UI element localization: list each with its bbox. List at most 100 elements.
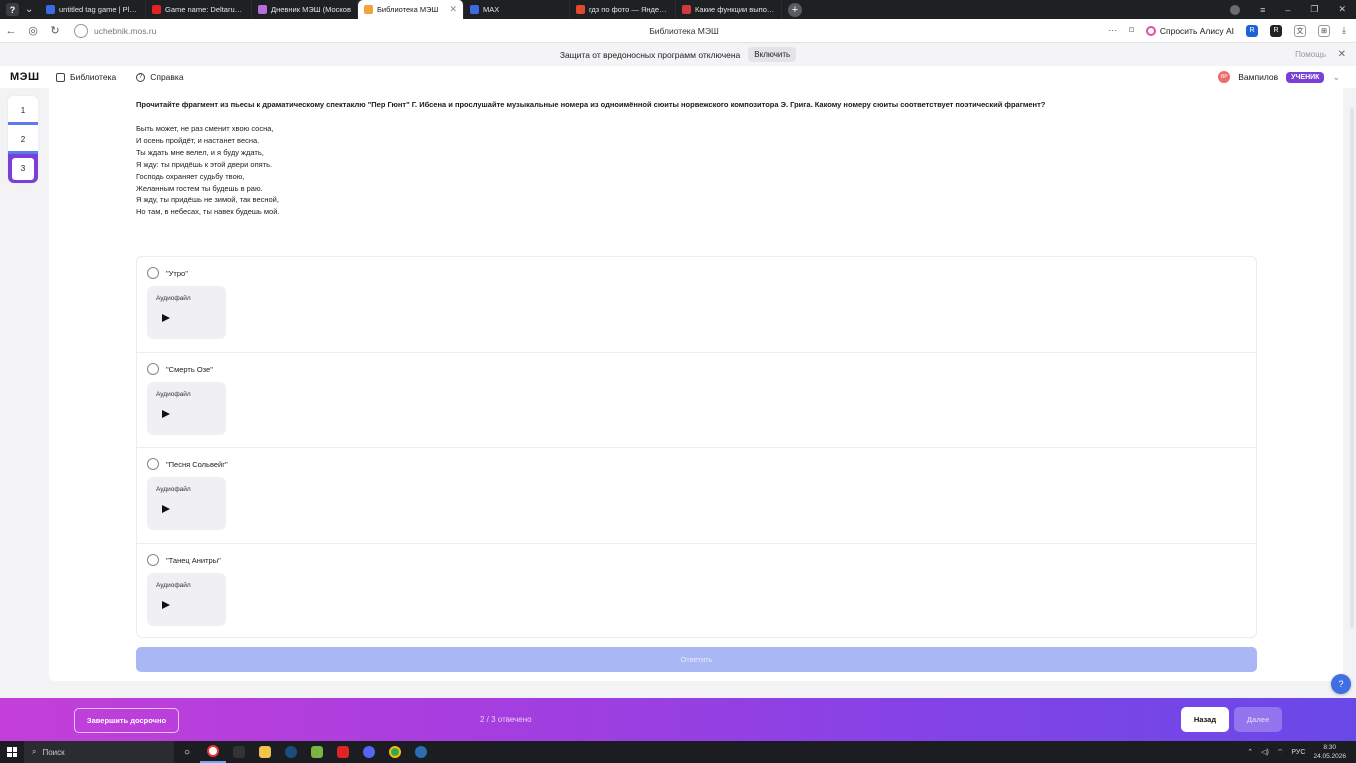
help-link[interactable]: Помощь [1295,50,1326,59]
main-area: 1 2 3 Прочитайте фрагмент из пьесы к дра… [0,88,1356,698]
nav-library-label: Библиотека [70,72,117,82]
help-fab-icon[interactable]: ? [1331,674,1351,694]
nav-help-link[interactable]: ? Справка [136,72,184,82]
page-title: Библиотека МЭШ [649,25,719,36]
radio-button[interactable] [147,553,159,566]
chevron-down-icon[interactable]: ⌄ [1332,72,1340,83]
browser-tab[interactable]: Какие функции выполня [676,0,782,19]
menu-icon[interactable]: ≡ [1260,5,1265,15]
play-icon[interactable] [162,314,170,322]
system-tray: ⌃ ◁) ⌔ РУС 8:30 24.05.2026 [1247,743,1356,761]
start-button[interactable] [0,747,24,757]
play-icon[interactable] [162,409,170,418]
volume-icon[interactable]: ◁) [1261,748,1269,756]
nav-library-link[interactable]: Библиотека [56,72,116,82]
browser-tab[interactable]: Дневник МЭШ (Москов [252,0,358,19]
back-arrow-icon[interactable]: ← [0,25,22,37]
question-navigator: 1 2 3 [8,96,38,183]
close-icon[interactable]: ✕ [1338,4,1346,15]
url-field[interactable]: uchebnik.mos.ru [94,26,474,36]
download-icon[interactable]: ⤓ [1342,25,1346,36]
translate-icon[interactable]: 文 [1294,24,1307,37]
chevron-up-icon[interactable]: ⌃ [1247,748,1253,756]
audio-label: Аудиофайл [156,486,191,493]
tab-title: untitled tag game | Play o [59,5,139,14]
step-2[interactable]: 2 [8,125,38,154]
security-warning-bar: Защита от вредоносных программ отключена… [0,43,1356,66]
browser-tab[interactable]: MAX [464,0,570,19]
language-indicator[interactable]: РУС [1291,749,1305,756]
audio-player: Аудиофайл [147,572,226,626]
close-warning-icon[interactable]: ✕ [1338,49,1346,60]
steam-icon[interactable] [278,741,304,763]
enable-protection-button[interactable]: Включить [748,47,797,62]
radio-button[interactable] [147,362,159,375]
search-icon: ⌕ [32,747,37,756]
address-bar: ← ◎ ↻ uchebnik.mos.ru Библиотека МЭШ ⋯ ⌑… [0,19,1356,43]
chevron-down-icon[interactable]: ⌄ [25,4,33,15]
audio-player: Аудиофайл [147,477,226,530]
option-label[interactable]: "Смерть Озе" [166,365,213,374]
option-anitras-dance[interactable]: "Танец Анитры" Аудиофайл [137,544,1256,640]
shield-icon[interactable]: ◎ [22,24,44,37]
option-death-of-ase[interactable]: "Смерть Озе" Аудиофайл [137,353,1256,448]
play-icon[interactable] [162,505,170,513]
poem-line: Я жду: ты придёшь к этой двери опять. [136,159,273,169]
close-tab-icon[interactable]: ✕ [449,4,457,15]
browser-tab[interactable]: гдз по фото — Яндекс: на [570,0,676,19]
minimize-icon[interactable]: – [1285,5,1290,15]
youtube-icon[interactable] [330,741,356,763]
step-1[interactable]: 1 [8,96,38,125]
browser-tab[interactable]: untitled tag game | Play o [40,0,146,19]
bookmark-icon[interactable]: ⌑ [1129,25,1134,36]
mesh-logo[interactable]: МЭШ [0,71,56,83]
extensions-icon[interactable]: ⊞ [1318,24,1331,37]
back-button[interactable]: Назад [1181,707,1229,732]
ask-alice-button[interactable]: Спросить Алису AI [1145,25,1234,36]
answered-counter: 2 / 3 отвечено [480,715,532,724]
option-label[interactable]: "Танец Анитры" [166,556,221,565]
browser-tab[interactable]: Библиотека МЭШ ✕ [358,0,464,19]
restore-icon[interactable]: ❐ [1310,4,1318,15]
play-icon[interactable] [162,600,170,609]
task-view-icon[interactable]: ○ [174,741,200,763]
taskbar-search[interactable]: ⌕ Поиск [24,741,174,763]
chrome-icon[interactable] [382,741,408,763]
browser-menu[interactable]: ? ⌄ [0,0,40,19]
extension-icon[interactable]: R [1246,24,1259,37]
browser-logo-icon[interactable]: ? [6,3,19,16]
option-label[interactable]: "Песня Сольвейг" [166,460,228,469]
more-icon[interactable]: ⋯ [1108,25,1117,36]
file-explorer-icon[interactable] [252,741,278,763]
radio-button[interactable] [147,458,159,470]
browser-tab-strip: ? ⌄ untitled tag game | Play o Game name:… [0,0,1356,19]
option-morning[interactable]: "Утро" Аудиофайл [137,257,1256,353]
audio-player: Аудиофайл [147,381,226,435]
browser-tab[interactable]: Game name: Deltarune: C [146,0,252,19]
finish-early-button[interactable]: Завершить досрочно [74,708,179,733]
question-icon: ? [136,72,146,82]
yandex-browser-icon[interactable] [200,741,226,763]
user-menu[interactable]: ВР Вампилов УЧЕНИК ⌄ [1218,71,1356,83]
option-label[interactable]: "Утро" [166,269,188,278]
profile-icon[interactable] [1230,4,1241,15]
scrollbar[interactable] [1350,108,1354,628]
option-solveigs-song[interactable]: "Песня Сольвейг" Аудиофайл [137,448,1256,544]
answer-button[interactable]: Ответить [136,647,1257,672]
step-3[interactable]: 3 [8,154,38,183]
site-info-icon[interactable] [74,23,88,38]
network-icon[interactable]: ⌔ [1277,748,1284,757]
discord-icon[interactable] [356,741,382,763]
windows-taskbar: ⌕ Поиск ○ ⌃ ◁) ⌔ РУС 8:30 24.05.2026 [0,741,1356,763]
new-tab-button[interactable]: + [788,2,802,17]
reader-icon[interactable]: R [1270,24,1283,37]
widgets-icon[interactable] [226,741,252,763]
reload-icon[interactable]: ↻ [44,24,66,37]
tab-title: Game name: Deltarune: C [165,5,245,14]
game-icon[interactable] [304,741,330,763]
radio-button[interactable] [147,267,159,279]
steam-app-icon[interactable] [408,741,434,763]
test-footer: Завершить досрочно 2 / 3 отвечено Назад … [0,698,1356,741]
clock[interactable]: 8:30 24.05.2026 [1313,743,1346,761]
next-button[interactable]: Далее [1234,707,1282,732]
